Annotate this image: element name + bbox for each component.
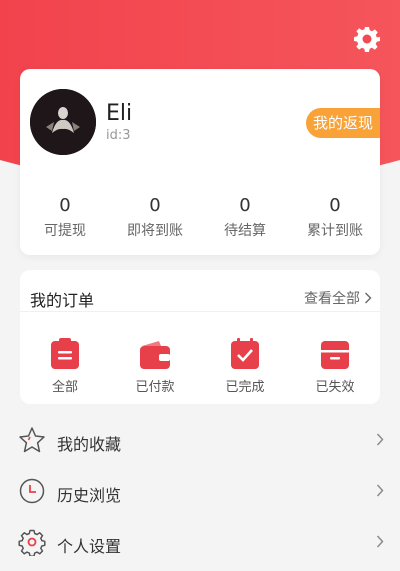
- order-title: 我的订单: [30, 291, 95, 310]
- stat-total[interactable]: 0 累计到账: [290, 194, 380, 244]
- stat-pending[interactable]: 0 待结算: [200, 194, 290, 244]
- my-rebate-button[interactable]: 我的返现: [306, 108, 380, 138]
- star-icon: [19, 427, 45, 453]
- view-all-label: 查看全部: [304, 291, 360, 307]
- order-label: 已付款: [135, 380, 175, 395]
- stat-withdrawable[interactable]: 0 可提现: [20, 194, 110, 244]
- stat-label: 即将到账: [127, 223, 183, 239]
- order-completed[interactable]: 已完成: [200, 336, 290, 395]
- all-orders-icon: [51, 338, 79, 369]
- clock-icon: [19, 478, 45, 504]
- wallet-icon: [140, 341, 170, 369]
- order-card: 我的订单 查看全部 全部 已付款 已完成 已失效: [20, 270, 380, 404]
- settings-button[interactable]: [352, 24, 382, 54]
- stat-incoming[interactable]: 0 即将到账: [110, 194, 200, 244]
- order-label: 全部: [51, 380, 78, 395]
- order-label: 已失效: [315, 380, 355, 395]
- order-expired[interactable]: 已失效: [290, 336, 380, 395]
- view-all-orders-link[interactable]: 查看全部: [304, 288, 372, 308]
- check-icon: [231, 338, 259, 369]
- user-id: id:3: [106, 128, 131, 143]
- order-header: 我的订单 查看全部: [20, 270, 380, 312]
- stats-row: 0 可提现 0 即将到账 0 待结算 0 累计到账: [20, 194, 380, 244]
- menu-item-favorites[interactable]: 我的收藏: [0, 415, 400, 465]
- order-paid[interactable]: 已付款: [110, 336, 200, 395]
- menu-label: 历史浏览: [57, 486, 122, 505]
- avatar[interactable]: [30, 89, 96, 155]
- order-label: 已完成: [225, 380, 265, 395]
- chevron-right-icon: [376, 433, 384, 446]
- menu-label: 我的收藏: [57, 435, 122, 454]
- stat-value: 0: [239, 195, 251, 216]
- stat-label: 可提现: [44, 223, 86, 239]
- menu-label: 个人设置: [57, 537, 122, 556]
- order-all[interactable]: 全部: [20, 336, 110, 395]
- gear-icon: [354, 27, 380, 52]
- stat-value: 0: [149, 195, 161, 216]
- stat-value: 0: [329, 195, 341, 216]
- order-status-row: 全部 已付款 已完成 已失效: [20, 336, 380, 395]
- stat-value: 0: [59, 195, 71, 216]
- chevron-right-icon: [365, 292, 372, 304]
- chevron-right-icon: [376, 535, 384, 548]
- user-name: Eli: [106, 101, 133, 126]
- stat-label: 待结算: [224, 223, 266, 239]
- menu-item-history[interactable]: 历史浏览: [0, 466, 400, 516]
- menu-item-settings[interactable]: 个人设置: [0, 517, 400, 567]
- gear-icon: [18, 529, 46, 556]
- stat-label: 累计到账: [307, 223, 363, 239]
- expired-icon: [321, 341, 349, 369]
- profile-card: Eli id:3 我的返现 0 可提现 0 即将到账 0 待结算 0 累计到账: [20, 69, 380, 255]
- chevron-right-icon: [376, 484, 384, 497]
